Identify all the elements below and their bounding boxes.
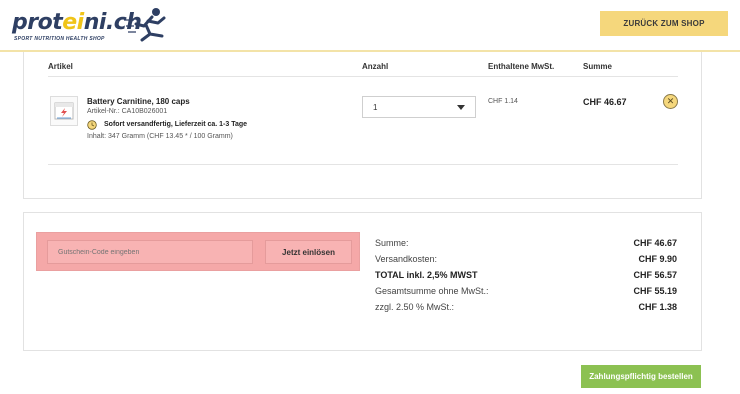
voucher-code-input[interactable] [47,240,253,264]
column-header-vat: Enthaltene MwSt. [488,62,555,71]
summary-row-shipping: Versandkosten: CHF 9.90 [375,254,677,264]
column-header-article: Artikel [48,62,73,71]
runner-icon [124,8,166,42]
divider [48,164,678,165]
order-summary-panel: Jetzt einlösen Summe: CHF 46.67 Versandk… [23,212,702,351]
divider [48,76,678,77]
remove-item-button[interactable]: ✕ [663,94,678,109]
product-thumbnail[interactable] [50,96,78,126]
column-header-quantity: Anzahl [362,62,389,71]
cart-table: Artikel Anzahl Enthaltene MwSt. Summe Ba… [23,52,702,199]
line-total: CHF 46.67 [583,97,627,107]
vat-amount: CHF 1.14 [488,98,518,105]
quantity-select[interactable]: 1 [362,96,476,118]
product-sku: Artikel-Nr.: CA10B026001 [87,108,168,115]
site-header: proteini.ch SPORT NUTRITION HEALTH SHOP … [0,0,740,52]
close-icon: ✕ [666,96,675,106]
summary-row-net: Gesamtsumme ohne MwSt.: CHF 55.19 [375,286,677,296]
summary-row-total: TOTAL inkl. 2,5% MWST CHF 56.57 [375,270,677,280]
logo-tagline: SPORT NUTRITION HEALTH SHOP [14,36,105,42]
voucher-form: Jetzt einlösen [36,232,360,271]
summary-row-subtotal: Summe: CHF 46.67 [375,238,677,248]
summary-row-vat: zzgl. 2.50 % MwSt.: CHF 1.38 [375,302,677,312]
clock-icon [87,120,97,130]
product-name[interactable]: Battery Carnitine, 180 caps [87,97,190,106]
quantity-value: 1 [373,102,378,112]
column-header-sum: Summe [583,62,612,71]
back-to-shop-button[interactable]: ZURÜCK ZUM SHOP [600,11,728,36]
product-content: Inhalt: 347 Gramm (CHF 13.45 * / 100 Gra… [87,133,233,140]
product-image-icon [54,102,74,120]
chevron-down-icon [457,104,465,110]
place-order-button[interactable]: Zahlungspflichtig bestellen [581,365,701,388]
redeem-voucher-button[interactable]: Jetzt einlösen [265,240,352,264]
availability-text: Sofort versandfertig, Lieferzeit ca. 1-3… [104,121,248,128]
